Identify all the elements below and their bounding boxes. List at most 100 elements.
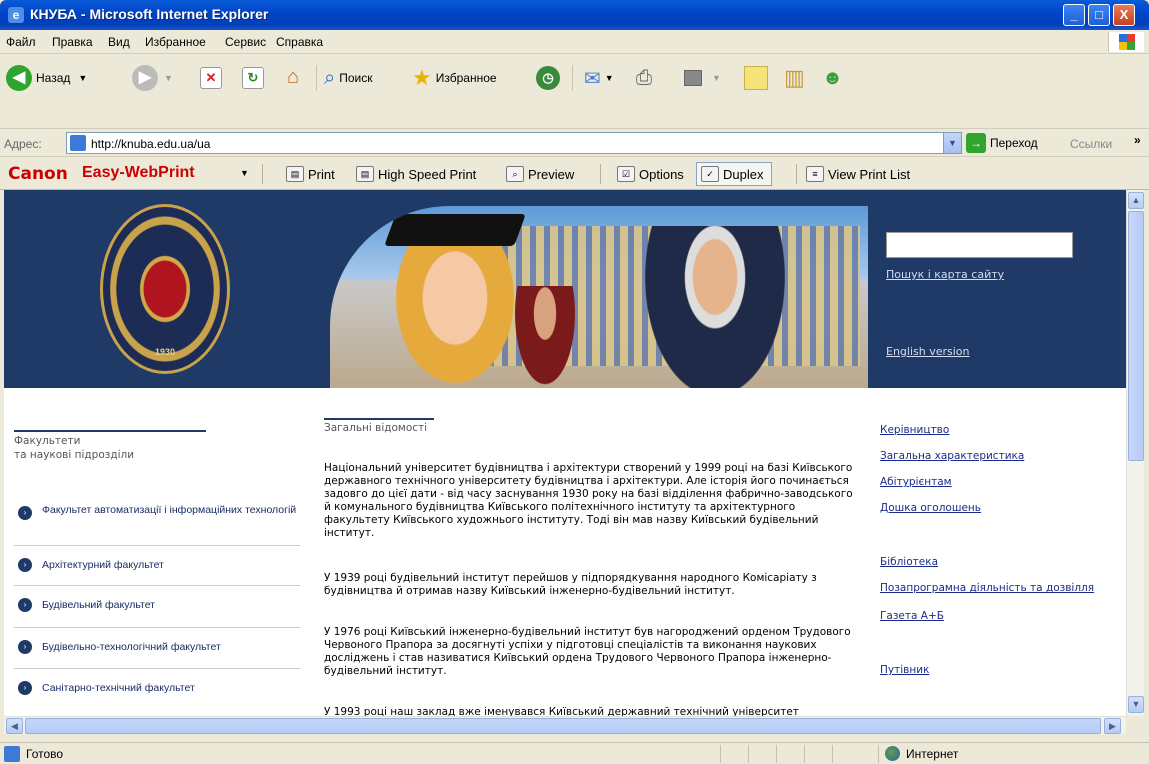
scroll-left-icon[interactable]: ◀ xyxy=(6,718,23,734)
easy-webprint-menu[interactable]: Easy-WebPrint xyxy=(82,164,195,182)
menu-edit[interactable]: Правка xyxy=(52,35,93,49)
history-button[interactable]: ◷ xyxy=(536,61,560,95)
address-input[interactable]: http://knuba.edu.ua/ua ▼ xyxy=(66,132,962,154)
list-icon: ≡ xyxy=(806,166,824,182)
faculties-sidebar: Факультети та наукові підрозділи xyxy=(14,430,300,462)
scroll-thumb[interactable] xyxy=(1128,211,1144,461)
menu-view[interactable]: Вид xyxy=(108,35,130,49)
paragraph: У 1993 році наш заклад вже іменувався Ки… xyxy=(324,706,799,716)
maximize-button[interactable]: □ xyxy=(1088,4,1110,26)
high-speed-printer-icon: ▤ xyxy=(356,166,374,182)
menu-bar: Файл Правка Вид Избранное Сервис Справка xyxy=(0,30,1149,54)
messenger-button[interactable]: ☻ xyxy=(822,61,843,95)
menu-help[interactable]: Справка xyxy=(276,35,323,49)
faculty-label: Факультет автоматизації і інформаційних … xyxy=(42,504,297,516)
back-button[interactable]: ◀ Назад ▼ xyxy=(6,61,87,95)
edit-icon xyxy=(684,70,702,86)
menu-tools[interactable]: Сервис xyxy=(225,35,266,49)
faculty-label: Будівельний факультет xyxy=(42,599,155,611)
messenger-icon: ☻ xyxy=(822,66,844,89)
faculty-item[interactable]: › Санітарно-технічний факультет xyxy=(14,668,300,708)
student-figure xyxy=(510,286,580,388)
vertical-scrollbar[interactable]: ▲ ▼ xyxy=(1126,190,1144,716)
faculty-item[interactable]: › Будівельно-технологічний факультет xyxy=(14,627,300,667)
link-board[interactable]: Дошка оголошень xyxy=(880,502,981,514)
favorites-label: Избранное xyxy=(435,71,497,85)
menu-file[interactable]: Файл xyxy=(6,35,36,49)
view-print-list-label: View Print List xyxy=(828,166,911,182)
page-icon xyxy=(70,135,86,151)
link-library[interactable]: Бібліотека xyxy=(880,556,938,568)
duplex-button[interactable]: ✓ Duplex xyxy=(696,162,773,186)
favorites-button[interactable]: ★ Избранное xyxy=(412,61,497,95)
print-button[interactable]: ⎙ xyxy=(636,61,652,95)
link-newspaper[interactable]: Газета А+Б xyxy=(880,610,944,622)
link-leadership[interactable]: Керівництво xyxy=(880,424,949,436)
mail-icon: ✉ xyxy=(584,67,601,90)
easy-webprint-dropdown-icon[interactable]: ▼ xyxy=(240,168,249,178)
history-icon: ◷ xyxy=(536,66,560,90)
edit-button[interactable]: ▼ xyxy=(684,61,721,95)
site-search-input[interactable] xyxy=(886,232,1073,258)
close-button[interactable]: X xyxy=(1113,4,1135,26)
faculty-label: Архітектурний факультет xyxy=(42,559,164,571)
banner-illustration xyxy=(330,206,868,388)
professor-figure xyxy=(645,226,785,388)
options-icon: ☑ xyxy=(617,166,635,182)
discuss-button[interactable] xyxy=(744,61,768,95)
page-icon xyxy=(4,746,20,762)
university-seal: 1930 xyxy=(100,204,230,374)
view-print-list-button[interactable]: ≡ View Print List xyxy=(806,162,910,186)
search-button[interactable]: ⌕ Поиск xyxy=(324,61,372,95)
section-heading: Загальні відомості xyxy=(324,422,428,434)
seal-year: 1930 xyxy=(155,347,176,357)
link-guide[interactable]: Путівник xyxy=(880,664,929,676)
link-extracurricular[interactable]: Позапрограмна діяльність та дозвілля xyxy=(880,582,1094,594)
faculty-item[interactable]: › Факультет автоматизації і інформаційни… xyxy=(14,498,300,546)
address-url: http://knuba.edu.ua/ua xyxy=(91,137,211,151)
canon-print-button[interactable]: ▤ Print xyxy=(286,162,335,186)
preview-label: Preview xyxy=(528,166,575,182)
english-version-link[interactable]: English version xyxy=(886,345,970,358)
mail-button[interactable]: ✉ ▼ xyxy=(584,61,614,95)
search-sitemap-link[interactable]: Пошук і карта сайту xyxy=(886,268,1004,281)
link-applicants[interactable]: Абітурієнтам xyxy=(880,476,952,488)
home-button[interactable]: ⌂ xyxy=(282,61,304,95)
research-button[interactable]: ▥ xyxy=(784,61,805,95)
options-button[interactable]: ☑ Options xyxy=(617,162,684,186)
window-title-bar: e КНУБА - Microsoft Internet Explorer _ … xyxy=(0,0,1149,30)
hscroll-thumb[interactable] xyxy=(25,718,1101,734)
forward-button[interactable]: ▶ ▼ xyxy=(132,61,173,95)
search-label: Поиск xyxy=(339,71,373,85)
scroll-down-icon[interactable]: ▼ xyxy=(1128,696,1144,713)
chevron-icon[interactable]: » xyxy=(1134,133,1141,147)
windows-logo-icon xyxy=(1108,32,1144,52)
go-button[interactable]: → Переход xyxy=(966,133,1038,153)
paragraph: У 1939 році будівельний інститут перейшо… xyxy=(324,572,817,597)
links-button[interactable]: Ссылки xyxy=(1070,137,1112,151)
canon-print-label: Print xyxy=(308,166,335,182)
scroll-up-icon[interactable]: ▲ xyxy=(1128,192,1144,209)
mail-dropdown-icon[interactable]: ▼ xyxy=(605,73,614,83)
faculty-item[interactable]: › Архітектурний факультет xyxy=(14,545,300,585)
edit-dropdown-icon[interactable]: ▼ xyxy=(712,73,721,83)
forward-dropdown-icon[interactable]: ▼ xyxy=(164,73,173,83)
minimize-button[interactable]: _ xyxy=(1063,4,1085,26)
high-speed-print-button[interactable]: ▤ High Speed Print xyxy=(356,162,476,186)
faculty-item[interactable]: › Будівельний факультет xyxy=(14,585,300,625)
refresh-button[interactable]: ↻ xyxy=(242,61,264,95)
address-bar: Адрес: http://knuba.edu.ua/ua ▼ → Перехо… xyxy=(0,129,1149,157)
link-general[interactable]: Загальна характеристика xyxy=(880,450,1024,462)
ie-icon: e xyxy=(8,7,24,23)
status-bar: Готово Интернет xyxy=(0,742,1149,764)
back-dropdown-icon[interactable]: ▼ xyxy=(78,73,87,83)
home-icon: ⌂ xyxy=(286,66,300,88)
note-icon xyxy=(744,66,768,90)
stop-button[interactable]: ✕ xyxy=(200,61,222,95)
address-dropdown-icon[interactable]: ▼ xyxy=(943,133,961,153)
scroll-right-icon[interactable]: ▶ xyxy=(1104,718,1121,734)
preview-button[interactable]: ⌕ Preview xyxy=(506,162,574,186)
horizontal-scrollbar[interactable]: ◀ ▶ xyxy=(4,716,1126,734)
duplex-icon: ✓ xyxy=(701,166,719,182)
menu-favorites[interactable]: Избранное xyxy=(145,35,206,49)
